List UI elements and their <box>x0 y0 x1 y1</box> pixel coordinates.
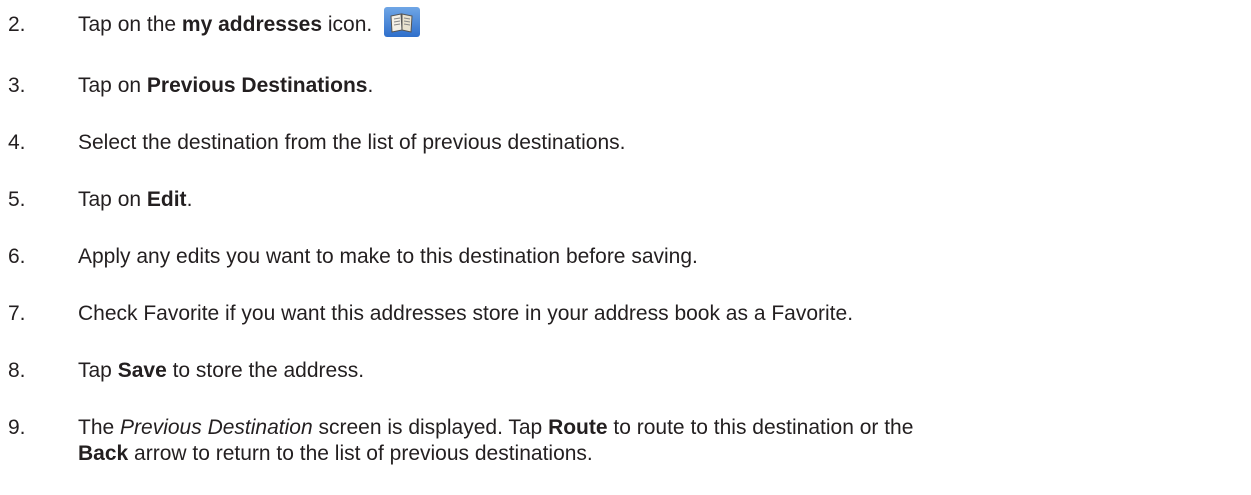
step-number: 6. <box>8 245 26 268</box>
step-number: 4. <box>8 131 26 154</box>
step-text-pre: The <box>78 416 121 439</box>
step-text: Tap on the my addresses icon. <box>78 7 1238 38</box>
step-text-pre: Tap <box>78 359 118 382</box>
step-text-pre: Tap on <box>78 74 147 97</box>
step-number: 2. <box>8 13 26 36</box>
step-text-pre: Tap on the <box>78 13 182 36</box>
step-number: 3. <box>8 74 26 97</box>
step-number: 5. <box>8 188 26 211</box>
step-text-post: . <box>367 74 374 97</box>
step-text: Select the destination from the list of … <box>78 131 626 154</box>
step-number: 7. <box>8 302 26 325</box>
step-text: Check Favorite if you want this addresse… <box>78 302 854 325</box>
step-text-post: to store the address. <box>166 359 365 382</box>
back-label: Back <box>78 442 129 465</box>
step-text: Tap on Previous Destinations. <box>78 73 1238 99</box>
step-text-post: icon. <box>322 13 373 36</box>
save-label: Save <box>117 359 167 382</box>
address-book-icon <box>384 7 421 38</box>
step-text-post2: arrow to return to the list of previous … <box>128 442 593 465</box>
step-number: 8. <box>8 359 26 382</box>
step-text: Apply any edits you want to make to this… <box>78 245 698 268</box>
my-addresses-label: my addresses <box>181 13 323 36</box>
step-text-post: to route to this destination or the <box>607 416 914 439</box>
route-label: Route <box>548 416 608 439</box>
edit-label: Edit <box>146 188 187 211</box>
step-text-pre: Tap on <box>78 188 147 211</box>
step-text-post: . <box>186 188 193 211</box>
step-number: 9. <box>8 416 26 439</box>
step-text: Tap Save to store the address. <box>78 358 1238 384</box>
previous-destinations-label: Previous Destinations <box>146 74 368 97</box>
step-text-mid: screen is displayed. Tap <box>312 416 549 439</box>
step-text: Tap on Edit. <box>78 187 1238 213</box>
step-text: The Previous Destination screen is displ… <box>78 415 1238 467</box>
previous-destination-screen-label: Previous Destination <box>120 416 313 439</box>
